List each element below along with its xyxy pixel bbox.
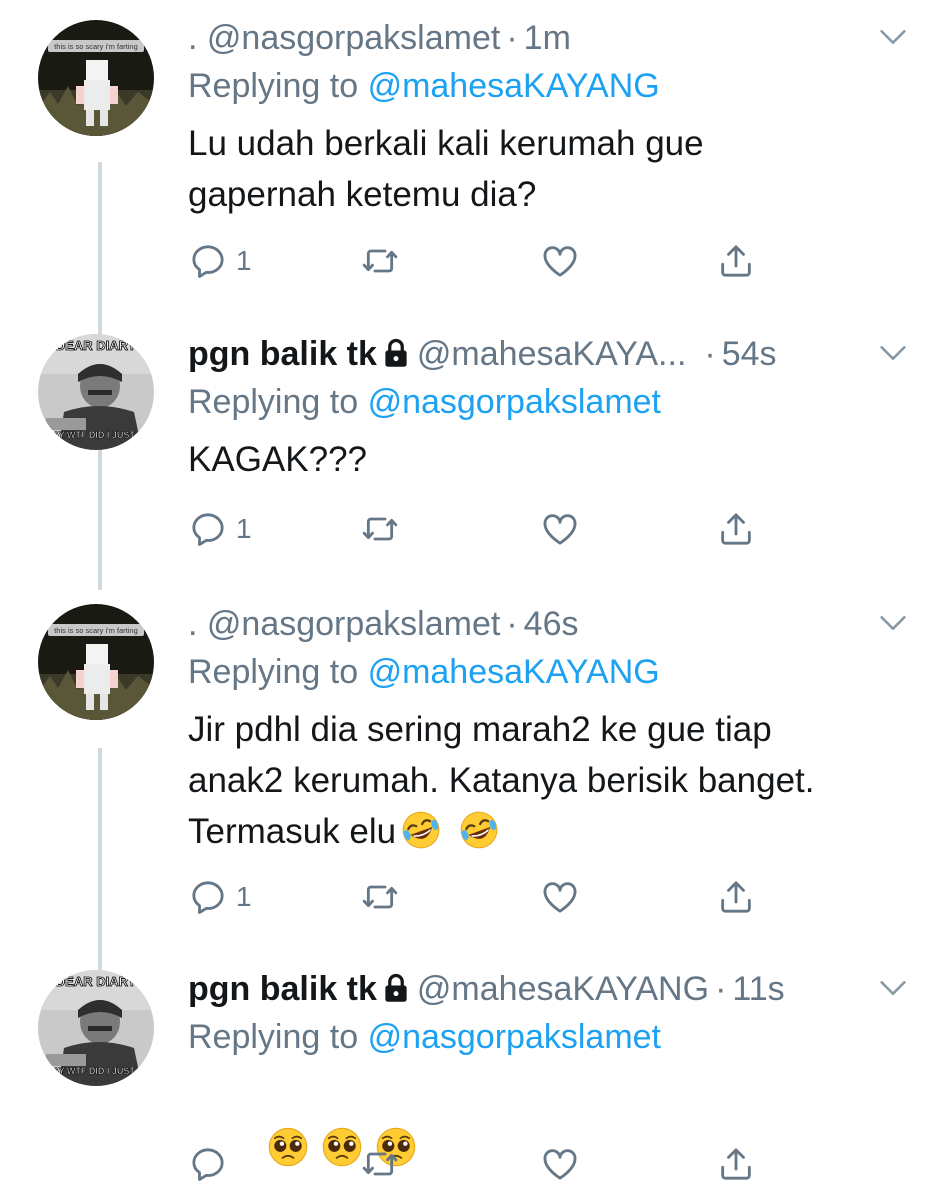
share-icon (721, 513, 751, 545)
retweet-icon (362, 517, 398, 541)
user-handle[interactable]: @mahesaKAYA... (417, 335, 686, 373)
reply-icon (192, 881, 224, 914)
reply-button[interactable]: 1 (188, 506, 252, 552)
tweet-actions: 1 (188, 874, 828, 920)
reply-button[interactable] (188, 1141, 236, 1187)
avatar-bottom-caption: TODAY WTF DID I JUST SAW (38, 1066, 154, 1076)
separator-dot: · (506, 19, 518, 57)
avatar[interactable]: DEAR DIARY TODAY WTF DID I JUST SAW (38, 334, 154, 450)
retweet-button[interactable] (360, 506, 400, 552)
avatar-top-caption: DEAR DIARY (56, 974, 137, 989)
replying-prefix: Replying to (188, 1018, 359, 1056)
user-handle[interactable]: @mahesaKAYANG (417, 970, 709, 1008)
replying-prefix: Replying to (188, 653, 359, 691)
avatar-caption: this is so scary i'm farting (54, 42, 138, 51)
share-button[interactable] (716, 874, 756, 920)
timestamp[interactable]: 46s (524, 605, 579, 643)
retweet-button[interactable] (360, 874, 400, 920)
avatar-top-caption: DEAR DIARY (56, 338, 137, 353)
tweet[interactable]: this is so scary i'm farting . @nasgorpa… (0, 590, 946, 970)
reply-button[interactable]: 1 (188, 874, 252, 920)
tweet-thread: this is so scary i'm farting . @nasgorpa… (0, 0, 946, 1200)
display-name[interactable]: pgn balik tk (188, 335, 377, 373)
retweet-icon (362, 249, 398, 273)
retweet-icon (362, 885, 398, 909)
tweet-text: KAGAK??? (188, 440, 367, 479)
like-icon (543, 514, 577, 545)
lock-icon (385, 338, 407, 367)
display-name[interactable]: pgn balik tk (188, 970, 377, 1008)
separator-dot: · (715, 970, 727, 1008)
share-button[interactable] (716, 506, 756, 552)
tweet-header: pgn balik tk @mahesaKAYA... · 54s (188, 332, 916, 376)
tweet-actions (188, 1141, 828, 1187)
share-icon (721, 1148, 751, 1180)
separator-dot: · (506, 605, 518, 643)
rofl-emoji (402, 811, 440, 849)
reply-count: 1 (236, 513, 252, 544)
replying-prefix: Replying to (188, 67, 359, 105)
mention-link[interactable]: @mahesaKAYANG (368, 653, 660, 691)
tweet-text: Lu udah berkali kali kerumah gue gaperna… (188, 124, 704, 214)
mention-link[interactable]: @mahesaKAYANG (368, 67, 660, 105)
chevron-down-icon[interactable] (876, 336, 910, 370)
avatar[interactable]: DEAR DIARY TODAY WTF DID I JUST SAW (38, 970, 154, 1086)
avatar[interactable]: this is so scary i'm farting (38, 604, 154, 720)
mention-link[interactable]: @nasgorpakslamet (368, 383, 661, 421)
reply-count: 1 (236, 881, 252, 912)
chevron-down-icon[interactable] (876, 971, 910, 1005)
tweet-header: . @nasgorpakslamet · 1m (188, 16, 916, 60)
like-button[interactable] (540, 874, 580, 920)
timestamp[interactable]: 11s (732, 970, 784, 1008)
tweet-text-content: Jir pdhl dia sering marah2 ke gue tiap a… (188, 710, 815, 851)
separator-dot: · (704, 335, 716, 373)
replying-to: Replying to @nasgorpakslamet (188, 1015, 916, 1059)
reply-button[interactable]: 1 (188, 238, 252, 284)
chevron-down-icon[interactable] (876, 606, 910, 640)
tweet-header: pgn balik tk @mahesaKAYANG · 11s (188, 967, 916, 1011)
tweet[interactable]: DEAR DIARY TODAY WTF DID I JUST SAW pgn … (0, 955, 946, 1200)
share-button[interactable] (716, 1141, 756, 1187)
like-icon (543, 882, 577, 913)
share-icon (721, 245, 751, 277)
like-icon (543, 1149, 577, 1180)
tweet-actions: 1 (188, 506, 828, 552)
like-button[interactable] (540, 1141, 580, 1187)
rofl-emoji (460, 811, 498, 849)
tweet-actions: 1 (188, 238, 828, 284)
tweet[interactable]: this is so scary i'm farting . @nasgorpa… (0, 0, 946, 300)
retweet-icon (362, 1152, 398, 1176)
like-button[interactable] (540, 506, 580, 552)
user-handle[interactable]: . @nasgorpakslamet (188, 605, 500, 643)
avatar-caption: this is so scary i'm farting (54, 626, 138, 635)
tweet-header: . @nasgorpakslamet · 46s (188, 602, 916, 646)
timestamp[interactable]: 1m (524, 19, 571, 57)
chevron-down-icon[interactable] (876, 20, 910, 54)
replying-prefix: Replying to (188, 383, 359, 421)
reply-icon (192, 245, 224, 278)
like-button[interactable] (540, 238, 580, 284)
avatar[interactable]: this is so scary i'm farting (38, 20, 154, 136)
like-icon (543, 246, 577, 277)
share-button[interactable] (716, 238, 756, 284)
user-handle[interactable]: . @nasgorpakslamet (188, 19, 500, 57)
share-icon (721, 881, 751, 913)
replying-to: Replying to @mahesaKAYANG (188, 64, 916, 108)
mention-link[interactable]: @nasgorpakslamet (368, 1018, 661, 1056)
reply-icon (192, 1148, 224, 1181)
tweet-text: Jir pdhl dia sering marah2 ke gue tiap a… (188, 704, 916, 857)
reply-icon (192, 513, 224, 546)
reply-count: 1 (236, 245, 252, 276)
timestamp[interactable]: 54s (722, 335, 777, 373)
tweet[interactable]: DEAR DIARY TODAY WTF DID I JUST SAW pgn … (0, 300, 946, 590)
retweet-button[interactable] (360, 1141, 400, 1187)
replying-to: Replying to @nasgorpakslamet (188, 380, 916, 424)
lock-icon (385, 973, 407, 1002)
retweet-button[interactable] (360, 238, 400, 284)
avatar-bottom-caption: TODAY WTF DID I JUST SAW (38, 430, 154, 440)
replying-to: Replying to @mahesaKAYANG (188, 650, 916, 694)
